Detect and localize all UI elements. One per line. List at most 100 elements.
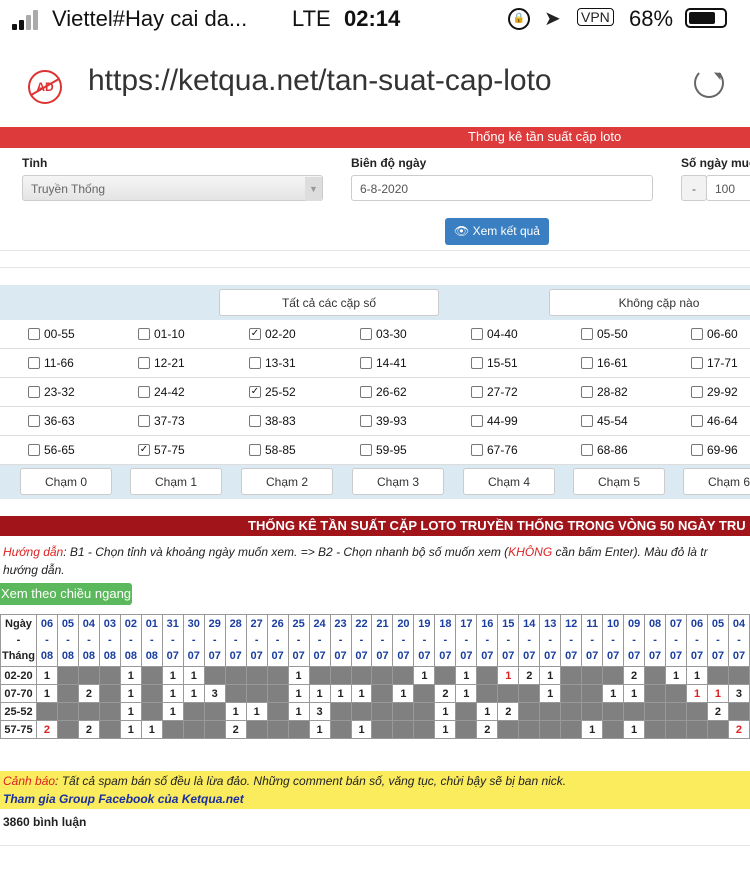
pair-checkbox[interactable] xyxy=(471,415,483,427)
pair-checkbox[interactable] xyxy=(138,328,150,340)
pair-checkbox[interactable] xyxy=(28,444,40,456)
pair-checkbox[interactable] xyxy=(471,444,483,456)
days-input[interactable]: 100 xyxy=(706,175,750,201)
pair-checkbox[interactable] xyxy=(249,357,261,369)
pair-checkbox[interactable]: ✓ xyxy=(249,386,261,398)
pair-checkbox[interactable] xyxy=(138,386,150,398)
count-cell: 1 xyxy=(224,702,247,721)
pair-checkbox-label[interactable]: 03-30 xyxy=(376,327,407,341)
empty-cell xyxy=(56,666,79,685)
pair-checkbox[interactable] xyxy=(471,357,483,369)
pair-checkbox-label[interactable]: 11-66 xyxy=(44,356,74,370)
touch-button-3[interactable]: Chạm 3 xyxy=(352,468,444,495)
touch-button-6[interactable]: Chạm 6 xyxy=(683,468,750,495)
pair-checkbox-label[interactable]: 39-93 xyxy=(376,414,407,428)
days-decrement-button[interactable]: - xyxy=(681,175,707,201)
pair-checkbox-label[interactable]: 27-72 xyxy=(487,385,518,399)
pair-checkbox-label[interactable]: 06-60 xyxy=(707,327,738,341)
pair-checkbox-label[interactable]: 02-20 xyxy=(265,327,296,341)
pair-checkbox-label[interactable]: 05-50 xyxy=(597,327,628,341)
empty-cell xyxy=(329,666,352,685)
empty-cell xyxy=(706,720,729,739)
view-results-button[interactable]: 👁 Xem kết quả xyxy=(445,218,549,245)
pair-checkbox[interactable] xyxy=(360,444,372,456)
pair-checkbox[interactable] xyxy=(28,357,40,369)
pair-checkbox[interactable]: ✓ xyxy=(249,328,261,340)
view-horizontal-button[interactable]: Xem theo chiều ngang xyxy=(0,583,132,605)
pair-checkbox[interactable]: ✓ xyxy=(138,444,150,456)
pair-checkbox-label[interactable]: 25-52 xyxy=(265,385,296,399)
pair-checkbox-label[interactable]: 45-54 xyxy=(597,414,628,428)
count-cell: 2 xyxy=(434,684,457,703)
pair-checkbox-label[interactable]: 38-83 xyxy=(265,414,296,428)
pair-checkbox-label[interactable]: 13-31 xyxy=(265,356,296,370)
touch-button-5[interactable]: Chạm 5 xyxy=(573,468,665,495)
pair-checkbox-label[interactable]: 16-61 xyxy=(597,356,628,370)
pair-checkbox[interactable] xyxy=(691,357,703,369)
pair-checkbox-label[interactable]: 12-21 xyxy=(154,356,185,370)
header-month: 07 xyxy=(732,650,746,662)
pair-checkbox-label[interactable]: 44-99 xyxy=(487,414,518,428)
pair-checkbox[interactable] xyxy=(249,444,261,456)
pair-checkbox-label[interactable]: 59-95 xyxy=(376,443,407,457)
pair-checkbox-label[interactable]: 29-92 xyxy=(707,385,738,399)
pair-checkbox-label[interactable]: 00-55 xyxy=(44,327,75,341)
pair-checkbox-label[interactable]: 69-96 xyxy=(707,443,738,457)
pair-checkbox-label[interactable]: 58-85 xyxy=(265,443,296,457)
touch-button-0[interactable]: Chạm 0 xyxy=(20,468,112,495)
touch-button-1[interactable]: Chạm 1 xyxy=(130,468,222,495)
pair-checkbox-label[interactable]: 01-10 xyxy=(154,327,185,341)
pair-checkbox-label[interactable]: 37-73 xyxy=(154,414,185,428)
pair-checkbox-label[interactable]: 23-32 xyxy=(44,385,75,399)
header-sep: - xyxy=(170,634,175,646)
pair-checkbox-label[interactable]: 04-40 xyxy=(487,327,518,341)
pair-checkbox-label[interactable]: 17-71 xyxy=(707,356,738,370)
reload-icon[interactable] xyxy=(694,68,724,98)
pair-checkbox[interactable] xyxy=(360,328,372,340)
pair-checkbox[interactable] xyxy=(28,386,40,398)
pair-checkbox[interactable] xyxy=(581,328,593,340)
pair-checkbox[interactable] xyxy=(581,357,593,369)
pair-checkbox-label[interactable]: 57-75 xyxy=(154,443,185,457)
select-all-pairs-button[interactable]: Tất cả các cặp số xyxy=(219,289,439,316)
chevron-down-icon[interactable]: ▼ xyxy=(305,177,322,201)
pair-checkbox-label[interactable]: 14-41 xyxy=(376,356,407,370)
pair-checkbox[interactable] xyxy=(691,415,703,427)
pair-checkbox[interactable] xyxy=(28,415,40,427)
pair-checkbox[interactable] xyxy=(138,415,150,427)
province-select[interactable]: Truyền Thống xyxy=(22,175,323,201)
date-range-input[interactable]: 6-8-2020 xyxy=(351,175,653,201)
pair-checkbox-label[interactable]: 28-82 xyxy=(597,385,628,399)
pair-checkbox[interactable] xyxy=(691,328,703,340)
address-field[interactable]: https://ketqua.net/tan-suat-cap-loto xyxy=(88,64,552,98)
pair-checkbox[interactable] xyxy=(138,357,150,369)
empty-cell xyxy=(140,666,163,685)
pair-checkbox-label[interactable]: 56-65 xyxy=(44,443,75,457)
pair-checkbox-label[interactable]: 36-63 xyxy=(44,414,75,428)
pair-checkbox[interactable] xyxy=(581,386,593,398)
pair-checkbox[interactable] xyxy=(28,328,40,340)
facebook-group-link[interactable]: Tham gia Group Facebook của Ketqua.net xyxy=(3,792,244,806)
header-day: 19 xyxy=(418,618,431,630)
pair-checkbox-label[interactable]: 26-62 xyxy=(376,385,407,399)
pair-checkbox[interactable] xyxy=(471,386,483,398)
ad-block-icon[interactable]: AD xyxy=(28,70,62,104)
pair-checkbox-label[interactable]: 24-42 xyxy=(154,385,185,399)
pair-checkbox[interactable] xyxy=(249,415,261,427)
pair-checkbox[interactable] xyxy=(691,386,703,398)
select-no-pairs-button[interactable]: Không cặp nào xyxy=(549,289,750,316)
pair-checkbox-label[interactable]: 68-86 xyxy=(597,443,628,457)
pair-checkbox-label[interactable]: 15-51 xyxy=(487,356,518,370)
pair-checkbox[interactable] xyxy=(691,444,703,456)
touch-button-4[interactable]: Chạm 4 xyxy=(463,468,555,495)
pair-checkbox[interactable] xyxy=(471,328,483,340)
pair-checkbox-label[interactable]: 46-64 xyxy=(707,414,738,428)
pair-checkbox[interactable] xyxy=(360,357,372,369)
touch-button-2[interactable]: Chạm 2 xyxy=(241,468,333,495)
pair-checkbox[interactable] xyxy=(360,386,372,398)
pair-checkbox[interactable] xyxy=(360,415,372,427)
pair-checkbox[interactable] xyxy=(581,444,593,456)
pair-checkbox[interactable] xyxy=(581,415,593,427)
pair-checkbox-label[interactable]: 67-76 xyxy=(487,443,518,457)
table-row: 25-52 1 1 1 1 1 3 1 1 2 2 xyxy=(0,702,750,721)
